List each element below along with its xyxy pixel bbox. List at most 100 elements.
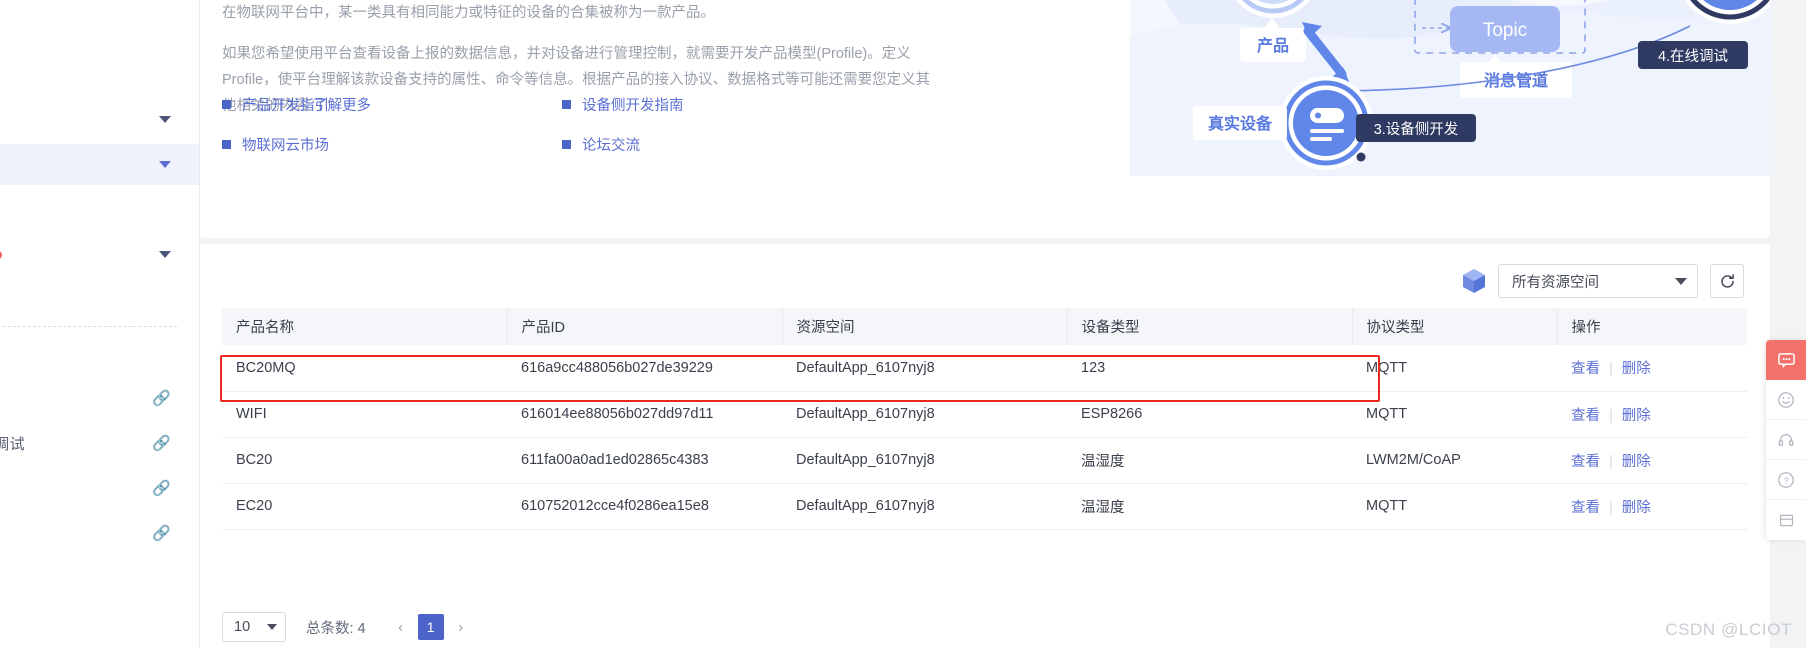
sidebar-item-label: 产品 bbox=[0, 64, 171, 85]
table-header: 产品名称 产品ID 资源空间 设备类型 协议类型 操作 bbox=[222, 308, 1747, 345]
cell-operations: 查看 | 删除 bbox=[1557, 437, 1747, 484]
column-header-protocol-type[interactable]: 协议类型 bbox=[1352, 308, 1558, 345]
link-forum[interactable]: 论坛交流 bbox=[562, 134, 902, 155]
page-size-select[interactable]: 10 bbox=[222, 612, 286, 642]
cell-product-name[interactable]: EC20 bbox=[222, 483, 507, 530]
chat-icon[interactable] bbox=[1766, 340, 1806, 380]
cell-protocol-type: MQTT bbox=[1352, 345, 1557, 392]
sidebar-item-device-provisioning[interactable]: 设备发放 🔗 bbox=[0, 468, 199, 509]
column-header-product-id[interactable]: 产品ID bbox=[507, 308, 783, 345]
view-link[interactable]: 查看 bbox=[1571, 408, 1600, 424]
cell-product-id: 611fa00a0ad1ed02865c4383 bbox=[507, 437, 782, 484]
sidebar-item-iotda-instance[interactable]: IoTDA实例 bbox=[0, 333, 199, 374]
resource-space-select[interactable]: 所有资源空间 bbox=[1498, 264, 1698, 298]
sidebar-item-overview[interactable]: 总览 bbox=[0, 9, 199, 50]
view-link[interactable]: 查看 bbox=[1571, 500, 1600, 516]
cell-resource-space: DefaultApp_6107nyj8 bbox=[782, 437, 1067, 484]
link-label: 物联网云市场 bbox=[242, 138, 329, 154]
sidebar-item-rules[interactable]: 规则 bbox=[0, 144, 199, 185]
notification-dot-icon bbox=[0, 250, 3, 259]
chevron-down-icon bbox=[267, 624, 277, 630]
intro-paragraph-1: 在物联网平台中，某一类具有相同能力或特征的设备的合集被称为一款产品。 bbox=[222, 5, 715, 21]
link-iot-cloud-market[interactable]: 物联网云市场 bbox=[222, 134, 562, 155]
cell-resource-space: DefaultApp_6107nyj8 bbox=[782, 391, 1067, 438]
cell-product-id: 610752012cce4f0286ea15e8 bbox=[507, 483, 782, 530]
sidebar-item-label: 总览 bbox=[0, 19, 171, 40]
cell-operations: 查看 | 删除 bbox=[1557, 483, 1747, 530]
next-page-button[interactable]: › bbox=[448, 614, 474, 640]
cell-protocol-type: MQTT bbox=[1352, 483, 1557, 530]
sidebar-item-forum-help[interactable]: 论坛求助 🔗 bbox=[0, 513, 199, 554]
bullet-square-icon bbox=[562, 100, 571, 109]
diagram-step3-label: 3.设备侧开发 bbox=[1374, 121, 1459, 138]
table-row[interactable]: BC20MQ 616a9cc488056b027de39229 DefaultA… bbox=[222, 345, 1747, 392]
sidebar-item-label: 设备发放 bbox=[0, 478, 152, 499]
table-body: BC20MQ 616a9cc488056b027de39229 DefaultA… bbox=[222, 345, 1747, 530]
operation-separator: | bbox=[1609, 453, 1613, 470]
sidebar-item-monitor[interactable]: 监控运维 bbox=[0, 234, 199, 275]
cell-resource-space: DefaultApp_6107nyj8 bbox=[782, 483, 1067, 530]
column-header-resource-space[interactable]: 资源空间 bbox=[782, 308, 1068, 345]
sidebar-item-label: 规则 bbox=[0, 154, 151, 175]
sidebar-item-products[interactable]: 产品 bbox=[0, 54, 199, 95]
delete-link[interactable]: 删除 bbox=[1622, 361, 1651, 377]
page-controls: ‹ 1 › bbox=[388, 614, 474, 640]
collapse-panel-icon bbox=[1779, 514, 1793, 526]
table-row[interactable]: WIFI 616014ee88056b027dd97d11 DefaultApp… bbox=[222, 391, 1747, 438]
link-product-dev-guide[interactable]: 产品开发指引 bbox=[222, 94, 562, 115]
sidebar-item-devices[interactable]: 设备 bbox=[0, 99, 199, 140]
product-table-card: 所有资源空间 产品名称 产品ID 资源空间 设备类型 协议类型 操作 BC20M… bbox=[200, 244, 1770, 648]
cell-product-id: 616014ee88056b027dd97d11 bbox=[507, 391, 782, 438]
cell-device-type: 温湿度 bbox=[1067, 483, 1352, 530]
external-link-icon: 🔗 bbox=[152, 525, 171, 542]
refresh-button[interactable] bbox=[1710, 264, 1744, 298]
pagination: 10 总条数: 4 ‹ 1 › bbox=[222, 612, 474, 642]
watermark: CSDN @LCIOT bbox=[1665, 620, 1792, 639]
sidebar-item-resource-space[interactable]: 资源空间 bbox=[0, 279, 199, 320]
sidebar-divider bbox=[0, 326, 177, 327]
diagram-step4-label: 4.在线调试 bbox=[1658, 48, 1729, 65]
collapse-icon[interactable] bbox=[1766, 500, 1806, 540]
resource-space-value: 所有资源空间 bbox=[1512, 274, 1599, 291]
column-header-product-name[interactable]: 产品名称 bbox=[222, 308, 508, 345]
cell-product-name[interactable]: BC20 bbox=[222, 437, 507, 484]
link-device-dev-guide[interactable]: 设备侧开发指南 bbox=[562, 94, 902, 115]
cell-resource-space: DefaultApp_6107nyj8 bbox=[782, 345, 1067, 392]
delete-link[interactable]: 删除 bbox=[1622, 500, 1651, 516]
external-link-icon: 🔗 bbox=[152, 435, 171, 452]
sidebar-item-api-explorer[interactable]: API检索和调试 🔗 bbox=[0, 423, 199, 464]
cell-device-type: 温湿度 bbox=[1067, 437, 1352, 484]
chat-bubble-icon bbox=[1777, 352, 1795, 368]
total-count-label: 总条数: 4 bbox=[306, 620, 366, 637]
link-label: 产品开发指引 bbox=[242, 98, 329, 114]
table-header-row: 产品名称 产品ID 资源空间 设备类型 协议类型 操作 bbox=[222, 308, 1747, 345]
operation-separator: | bbox=[1609, 407, 1613, 424]
sidebar-top-spacer bbox=[0, 0, 199, 9]
prev-page-button[interactable]: ‹ bbox=[388, 614, 414, 640]
refresh-icon bbox=[1720, 273, 1734, 288]
column-header-device-type[interactable]: 设备类型 bbox=[1067, 308, 1353, 345]
table-row[interactable]: BC20 611fa00a0ad1ed02865c4383 DefaultApp… bbox=[222, 437, 1747, 484]
bullet-square-icon bbox=[222, 140, 231, 149]
smiley-icon[interactable] bbox=[1766, 380, 1806, 420]
delete-link[interactable]: 删除 bbox=[1622, 408, 1651, 424]
view-link[interactable]: 查看 bbox=[1571, 361, 1600, 377]
question-icon[interactable]: ? bbox=[1766, 460, 1806, 500]
sidebar-item-storage[interactable]: 存储管理 bbox=[0, 189, 199, 230]
page-number-1[interactable]: 1 bbox=[417, 614, 444, 640]
table-row[interactable]: EC20 610752012cce4f0286ea15e8 DefaultApp… bbox=[222, 483, 1747, 530]
cell-device-type: 123 bbox=[1067, 345, 1352, 392]
view-link[interactable]: 查看 bbox=[1571, 454, 1600, 470]
sidebar-item-label: 设备 bbox=[0, 109, 151, 130]
chevron-down-icon bbox=[159, 251, 171, 258]
cell-product-name[interactable]: BC20MQ bbox=[222, 345, 507, 392]
sidebar-item-product-docs[interactable]: 产品文档 🔗 bbox=[0, 378, 199, 419]
headset-support-icon bbox=[1778, 433, 1794, 446]
help-question-icon: ? bbox=[1778, 471, 1794, 488]
sidebar: 总览 产品 设备 规则 存储管理 监控运维 资源空间 IoTDA实例 bbox=[0, 0, 200, 648]
delete-link[interactable]: 删除 bbox=[1622, 454, 1651, 470]
page-size-value: 10 bbox=[234, 619, 251, 635]
column-header-operations: 操作 bbox=[1557, 308, 1747, 345]
cell-product-name[interactable]: WIFI bbox=[222, 391, 507, 438]
headset-icon[interactable] bbox=[1766, 420, 1806, 460]
